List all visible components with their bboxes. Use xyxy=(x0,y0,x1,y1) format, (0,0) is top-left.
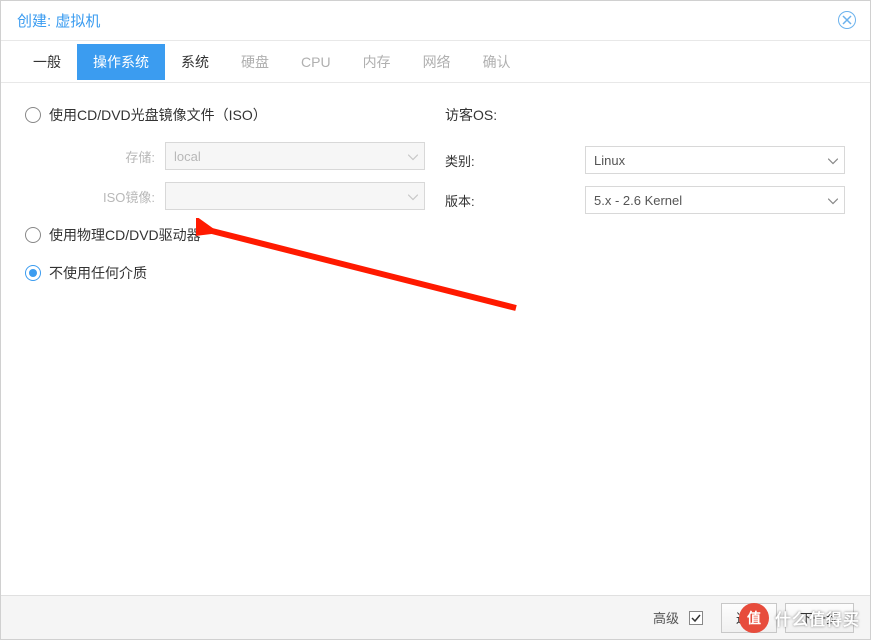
category-label: 类别: xyxy=(445,151,585,170)
radio-none-row[interactable]: 不使用任何介质 xyxy=(25,261,425,285)
radio-icon xyxy=(25,265,41,281)
next-button[interactable]: 下一步 xyxy=(785,603,854,633)
tab-system[interactable]: 系统 xyxy=(165,44,225,80)
advanced-checkbox[interactable] xyxy=(689,611,703,625)
back-button[interactable]: 返回 xyxy=(721,603,777,633)
tab-memory[interactable]: 内存 xyxy=(347,44,407,80)
radio-physical-row[interactable]: 使用物理CD/DVD驱动器 xyxy=(25,223,425,247)
version-value: 5.x - 2.6 Kernel xyxy=(594,193,682,208)
iso-select[interactable] xyxy=(165,182,425,210)
radio-icon xyxy=(25,227,41,243)
tab-general[interactable]: 一般 xyxy=(17,44,77,80)
tab-bar: 一般 操作系统 系统 硬盘 CPU 内存 网络 确认 xyxy=(1,41,870,83)
guest-os-heading: 访客OS: xyxy=(445,103,846,127)
tab-cpu[interactable]: CPU xyxy=(285,46,347,78)
tab-confirm[interactable]: 确认 xyxy=(467,44,527,80)
advanced-label: 高级 xyxy=(653,608,679,627)
chevron-down-icon xyxy=(828,193,838,208)
radio-iso-row[interactable]: 使用CD/DVD光盘镜像文件（ISO） xyxy=(25,103,425,127)
radio-icon xyxy=(25,107,41,123)
radio-iso-label: 使用CD/DVD光盘镜像文件（ISO） xyxy=(49,105,267,125)
tab-network[interactable]: 网络 xyxy=(407,44,467,80)
radio-physical-label: 使用物理CD/DVD驱动器 xyxy=(49,225,201,245)
guest-os-column: 访客OS: 类别: Linux 版本: 5.x - 2.6 Kernel xyxy=(425,103,846,575)
footer-bar: 高级 返回 下一步 xyxy=(1,595,870,639)
version-label: 版本: xyxy=(445,191,585,210)
tab-os[interactable]: 操作系统 xyxy=(77,44,165,80)
iso-label: ISO镜像: xyxy=(25,187,165,206)
storage-select[interactable]: local xyxy=(165,142,425,170)
titlebar: 创建: 虚拟机 xyxy=(1,1,870,41)
tab-disk[interactable]: 硬盘 xyxy=(225,44,285,80)
dialog-title: 创建: 虚拟机 xyxy=(17,10,100,31)
close-icon[interactable] xyxy=(838,11,856,29)
media-column: 使用CD/DVD光盘镜像文件（ISO） 存储: local ISO镜像: xyxy=(25,103,425,575)
version-field: 版本: 5.x - 2.6 Kernel xyxy=(445,185,846,215)
storage-value: local xyxy=(174,149,201,164)
chevron-down-icon xyxy=(408,149,418,164)
content-panel: 使用CD/DVD光盘镜像文件（ISO） 存储: local ISO镜像: xyxy=(1,83,870,595)
radio-none-label: 不使用任何介质 xyxy=(49,263,147,283)
iso-field: ISO镜像: xyxy=(25,181,425,211)
storage-field: 存储: local xyxy=(25,141,425,171)
category-select[interactable]: Linux xyxy=(585,146,845,174)
dialog-window: 创建: 虚拟机 一般 操作系统 系统 硬盘 CPU 内存 网络 确认 使用CD/… xyxy=(0,0,871,640)
chevron-down-icon xyxy=(828,153,838,168)
chevron-down-icon xyxy=(408,189,418,204)
category-value: Linux xyxy=(594,153,625,168)
category-field: 类别: Linux xyxy=(445,145,846,175)
storage-label: 存储: xyxy=(25,147,165,166)
version-select[interactable]: 5.x - 2.6 Kernel xyxy=(585,186,845,214)
